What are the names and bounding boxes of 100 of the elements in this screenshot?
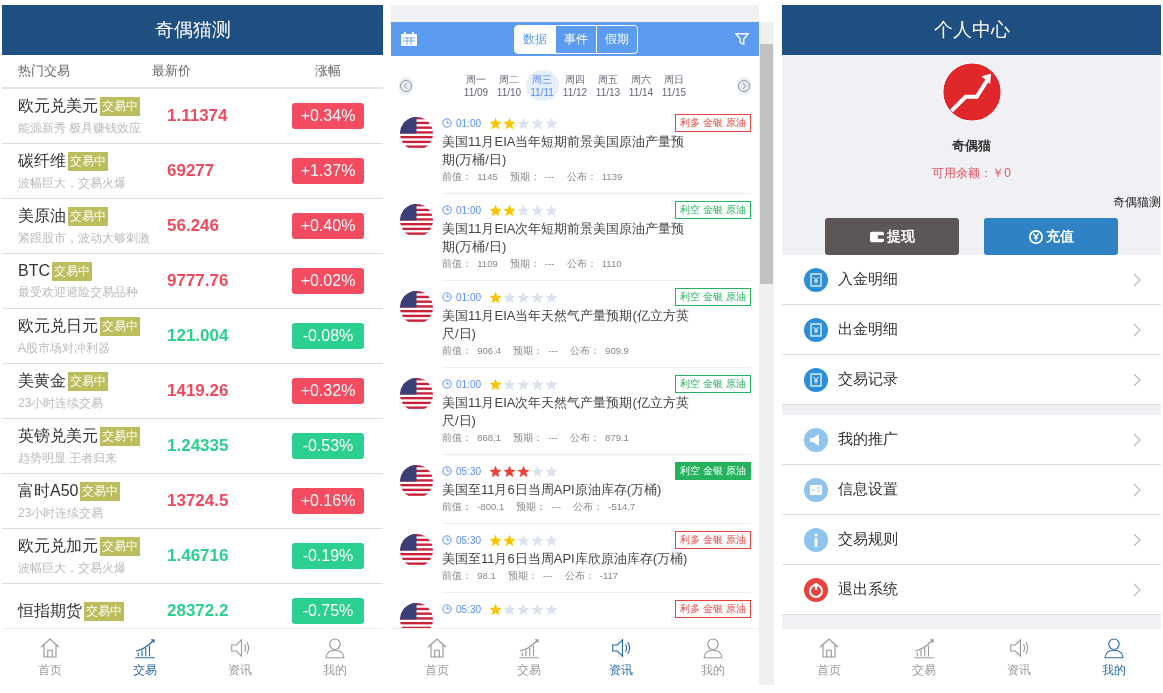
chevron-right-icon [1133, 372, 1141, 387]
star-icon [531, 464, 545, 478]
market-row[interactable]: BTC 交易中 最受欢迎避险交易品种 9777.76 +0.02% [2, 254, 383, 309]
price: 28372.2 [167, 601, 230, 621]
market-row[interactable]: 欧元兑美元 交易中 能源新秀 极具赚钱效应 1.11374 +0.34% [2, 89, 383, 144]
menu-item[interactable]: 交易规则 [782, 515, 1161, 565]
tab[interactable]: 资讯 [575, 629, 667, 685]
previous-value: 前值： 906.4 [442, 345, 502, 358]
chevron-right-icon [1133, 482, 1141, 497]
event-time: 05:30 [456, 465, 482, 477]
menu-item[interactable]: 退出系统 [782, 565, 1161, 615]
instrument-subtitle: 波幅巨大，交易火爆 [18, 559, 127, 577]
actual-value: 公布： 1110 [566, 258, 622, 271]
star-icon [545, 377, 559, 391]
scrollbar[interactable] [759, 22, 774, 685]
status-badge: 交易中 [100, 316, 140, 336]
calendar-icon[interactable] [401, 32, 417, 46]
tab[interactable]: 我的 [1066, 629, 1161, 685]
day-tab[interactable]: 周一 11/09 [459, 70, 493, 101]
status-badge: 交易中 [100, 536, 140, 556]
menu-item[interactable]: 信息设置 [782, 465, 1161, 515]
market-row[interactable]: 美黄金 交易中 23小时连续交易 1419.26 +0.32% [2, 364, 383, 419]
market-row[interactable]: 富时A50 交易中 23小时连续交易 13724.5 +0.16% [2, 474, 383, 529]
day-tab[interactable]: 周六 11/14 [624, 70, 658, 101]
tab[interactable]: 交易 [97, 629, 193, 685]
event-time: 01:00 [456, 117, 482, 129]
market-row[interactable]: 欧元兑加元 交易中 波幅巨大，交易火爆 1.46716 -0.19% [2, 529, 383, 584]
flag-icon [400, 534, 433, 567]
change-badge: -0.53% [292, 433, 364, 459]
withdraw-button[interactable]: 提现 [825, 218, 959, 255]
change-badge: +0.32% [292, 378, 364, 404]
forecast-value: 预期： --- [513, 432, 558, 445]
day-tab[interactable]: 周日 11/15 [657, 70, 691, 101]
person-icon [1101, 635, 1126, 660]
change-badge: -0.08% [292, 323, 364, 349]
star-icon [489, 116, 503, 130]
status-badge: 交易中 [68, 371, 108, 391]
star-icon [545, 464, 559, 478]
chevron-right-icon [1133, 532, 1141, 547]
menu-item[interactable]: 入金明细 [782, 255, 1161, 305]
chevron-right-icon[interactable] [737, 76, 751, 95]
power-icon [804, 577, 828, 602]
previous-value: 前值： -800.1 [442, 501, 505, 514]
price: 1.24335 [167, 436, 230, 456]
star-icon [503, 203, 517, 217]
price: 1419.26 [167, 381, 230, 401]
id-card-icon [804, 477, 828, 502]
impact-tag: 利空 金银 原油 [675, 201, 751, 219]
change-badge: +0.02% [292, 268, 364, 294]
megaphone-icon [804, 427, 828, 452]
instrument-subtitle: 23小时连续交易 [18, 504, 105, 522]
filter-icon[interactable] [735, 32, 749, 46]
balance-text: 可用余额：￥0 [932, 165, 1011, 182]
star-icon [531, 377, 545, 391]
market-row[interactable]: 美原油 交易中 紧跟股市，波动大够刺激 56.246 +0.40% [2, 199, 383, 254]
star-icon [531, 602, 545, 616]
star-icon [489, 464, 503, 478]
instrument-name: 恒指期货 [18, 600, 82, 621]
market-row[interactable]: 欧元兑日元 交易中 A股市场对冲利器 121.004 -0.08% [2, 309, 383, 364]
menu-item[interactable]: 交易记录 [782, 355, 1161, 405]
clock-icon [442, 535, 452, 545]
chevron-right-icon [1133, 582, 1141, 597]
actual-value: 公布： -514.7 [573, 501, 636, 514]
market-row[interactable]: 碳纤维 交易中 波幅巨大，交易火爆 69277 +1.37% [2, 144, 383, 199]
change-badge: +0.34% [292, 103, 364, 129]
instrument-subtitle: 趋势明显 王者归来 [18, 449, 119, 467]
column-header: 涨幅 [314, 62, 342, 80]
flag-icon [400, 603, 433, 628]
previous-value: 前值： 868.1 [442, 432, 502, 445]
impact-tag: 利空 金银 原油 [675, 375, 751, 393]
event-title: 美国11月EIA当年短期前景美国原油产量预期(万桶/日) [442, 133, 686, 169]
market-row[interactable]: 英镑兑美元 交易中 趋势明显 王者归来 1.24335 -0.53% [2, 419, 383, 474]
star-icon [545, 602, 559, 616]
menu-item[interactable]: 我的推广 [782, 415, 1161, 465]
event-title: 美国11月EIA当年天然气产量预期(亿立方英尺/日) [442, 307, 690, 343]
star-icon [517, 464, 531, 478]
account-note: 奇偶猫测 [1113, 194, 1161, 211]
chevron-left-icon[interactable] [399, 76, 413, 95]
day-tab[interactable]: 周五 11/13 [591, 70, 625, 101]
star-icon [503, 533, 517, 547]
instrument-name: 欧元兑日元 [18, 315, 98, 336]
star-icon [545, 290, 559, 304]
yen-document-icon [804, 317, 828, 342]
day-tab[interactable]: 周二 11/10 [492, 70, 526, 101]
column-header: 热门交易 [17, 62, 71, 80]
impact-tag: 利多 金银 原油 [675, 600, 751, 618]
forecast-value: 预期： --- [513, 345, 558, 358]
instrument-subtitle: 紧跟股市，波动大够刺激 [18, 229, 151, 247]
price: 1.46716 [167, 546, 230, 566]
clock-icon [442, 205, 452, 215]
price: 69277 [167, 161, 216, 181]
recharge-button[interactable]: 充值 [984, 218, 1118, 255]
event-time: 01:00 [456, 291, 482, 303]
event-title: 美国11月EIA次年短期前景美国原油产量预期(万桶/日) [442, 220, 686, 256]
change-badge: +0.16% [292, 488, 364, 514]
event-title: 美国至11月6日当周API库欣原油库存(万桶) [442, 550, 689, 568]
star-icon [517, 602, 531, 616]
menu-item[interactable]: 出金明细 [782, 305, 1161, 355]
day-tab[interactable]: 周四 11/12 [558, 70, 592, 101]
instrument-name: 英镑兑美元 [18, 425, 98, 446]
